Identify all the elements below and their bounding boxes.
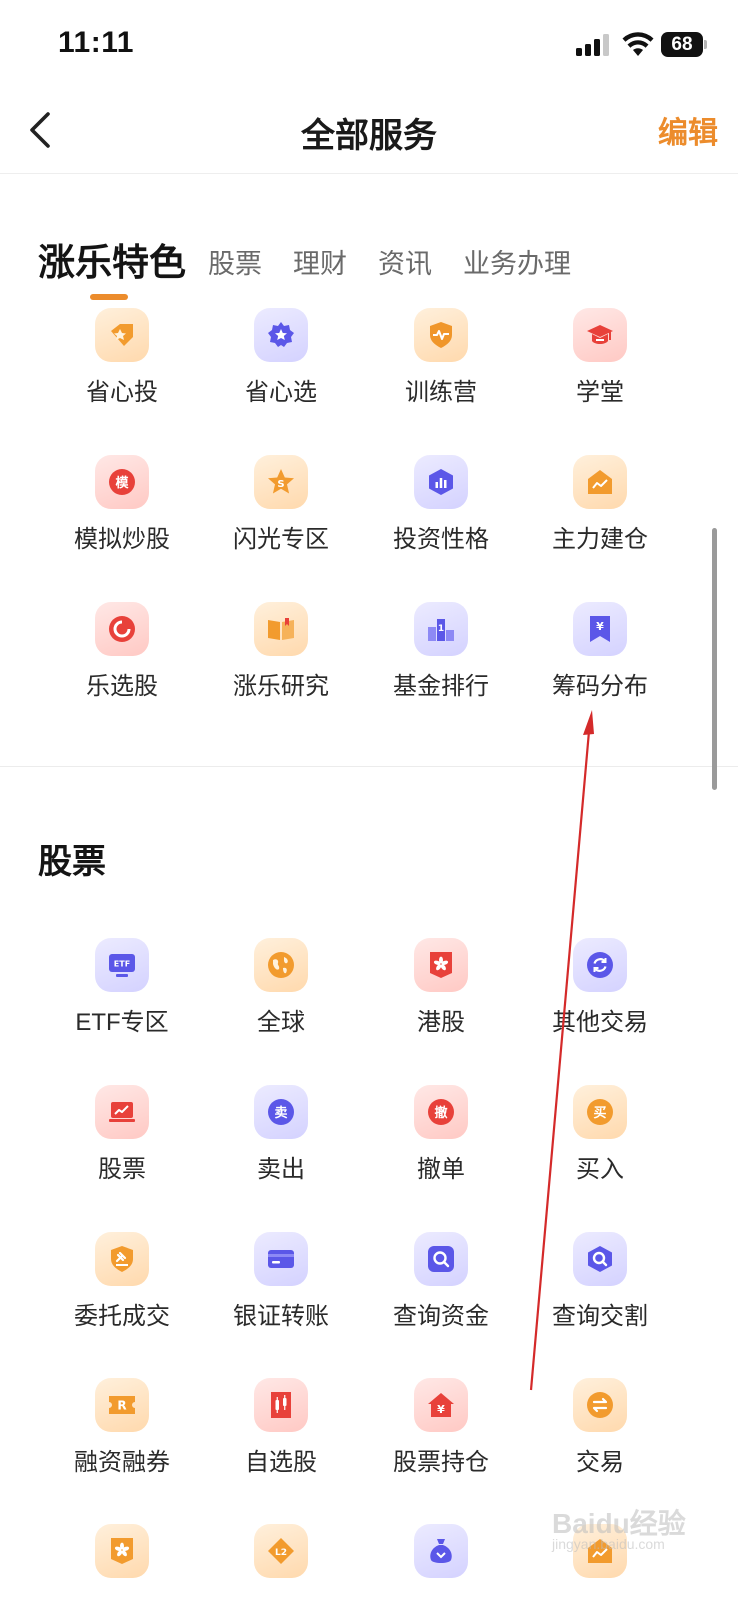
service-label: 银证转账 bbox=[233, 1303, 329, 1330]
globe-icon bbox=[254, 938, 308, 992]
service-label: 股票 bbox=[98, 1156, 146, 1183]
service-label: 全球 bbox=[257, 1009, 305, 1036]
bank-card-icon bbox=[254, 1232, 308, 1286]
candlestick-icon bbox=[254, 1378, 308, 1432]
scrollbar[interactable] bbox=[712, 528, 717, 790]
gavel-shield-icon bbox=[95, 1232, 149, 1286]
sell-badge-icon: 卖 bbox=[254, 1085, 308, 1139]
search-hexagon-icon bbox=[573, 1232, 627, 1286]
buy-badge-icon: 买 bbox=[573, 1085, 627, 1139]
service-label: 委托成交 bbox=[74, 1303, 170, 1330]
service-margin-trading[interactable]: R 融资融券 bbox=[42, 1378, 202, 1508]
service-label: 查询资金 bbox=[393, 1303, 489, 1330]
service-sell[interactable]: 卖 卖出 bbox=[201, 1085, 361, 1215]
service-orders-executions[interactable]: 委托成交 bbox=[42, 1232, 202, 1362]
service-label: 自选股 bbox=[245, 1449, 317, 1476]
service-stock-holdings[interactable]: ¥ 股票持仓 bbox=[361, 1378, 521, 1508]
baidu-watermark: Baidu经验 jingyan.baidu.com bbox=[552, 1502, 702, 1562]
service-label: 股票持仓 bbox=[393, 1449, 489, 1476]
service-watchlist[interactable]: 自选股 bbox=[201, 1378, 361, 1508]
etf-monitor-icon: ETF bbox=[95, 938, 149, 992]
icon-glyph: 撤 bbox=[434, 1105, 447, 1121]
service-label: 融资融券 bbox=[74, 1449, 170, 1476]
icon-glyph: ETF bbox=[114, 960, 130, 969]
icon-glyph: R bbox=[117, 1399, 126, 1413]
refresh-circle-icon bbox=[573, 938, 627, 992]
service-trading[interactable]: 交易 bbox=[520, 1378, 680, 1508]
l2-diamond-icon: L2 bbox=[254, 1524, 308, 1578]
trend-laptop-icon bbox=[95, 1085, 149, 1139]
yen-house-icon: ¥ bbox=[414, 1378, 468, 1432]
r-ticket-icon: R bbox=[95, 1378, 149, 1432]
service-other-trading[interactable]: 其他交易 bbox=[520, 938, 680, 1068]
service-query-funds[interactable]: 查询资金 bbox=[361, 1232, 521, 1362]
service-global[interactable]: 全球 bbox=[201, 938, 361, 1068]
service-label: 其他交易 bbox=[552, 1009, 648, 1036]
icon-glyph: L2 bbox=[275, 1548, 287, 1558]
cancel-badge-icon: 撤 bbox=[414, 1085, 468, 1139]
service-hk-stocks[interactable]: 港股 bbox=[361, 938, 521, 1068]
service-query-settlement[interactable]: 查询交割 bbox=[520, 1232, 680, 1362]
hk-flag-icon bbox=[414, 938, 468, 992]
service-stocks[interactable]: 股票 bbox=[42, 1085, 202, 1215]
watermark-url: jingyan.baidu.com bbox=[552, 1536, 665, 1552]
service-cancel-order[interactable]: 撤 撤单 bbox=[361, 1085, 521, 1215]
exchange-arrows-icon bbox=[573, 1378, 627, 1432]
hk-flag-shield-icon bbox=[95, 1524, 149, 1578]
service-etf-zone[interactable]: ETF ETF专区 bbox=[42, 938, 202, 1068]
icon-glyph: ¥ bbox=[437, 1403, 445, 1416]
icon-glyph: 卖 bbox=[274, 1105, 287, 1121]
service-label: 港股 bbox=[417, 1009, 465, 1036]
search-square-icon bbox=[414, 1232, 468, 1286]
service-label: 卖出 bbox=[257, 1156, 305, 1183]
icon-glyph: 买 bbox=[593, 1106, 606, 1121]
service-partial-3[interactable] bbox=[361, 1524, 521, 1600]
service-label: 交易 bbox=[576, 1449, 624, 1476]
service-label: 买入 bbox=[576, 1156, 624, 1183]
service-label: ETF专区 bbox=[75, 1009, 169, 1036]
money-bag-icon bbox=[414, 1524, 468, 1578]
service-bank-securities-transfer[interactable]: 银证转账 bbox=[201, 1232, 361, 1362]
service-label: 查询交割 bbox=[552, 1303, 648, 1330]
stock-services-grid: ETF ETF专区 全球 港股 其他交易 股票 卖 卖出 撤 撤单 买 买入 委… bbox=[0, 0, 738, 1600]
service-partial-1[interactable] bbox=[42, 1524, 202, 1600]
service-label: 撤单 bbox=[417, 1156, 465, 1183]
service-buy[interactable]: 买 买入 bbox=[520, 1085, 680, 1215]
service-partial-2[interactable]: L2 bbox=[201, 1524, 361, 1600]
